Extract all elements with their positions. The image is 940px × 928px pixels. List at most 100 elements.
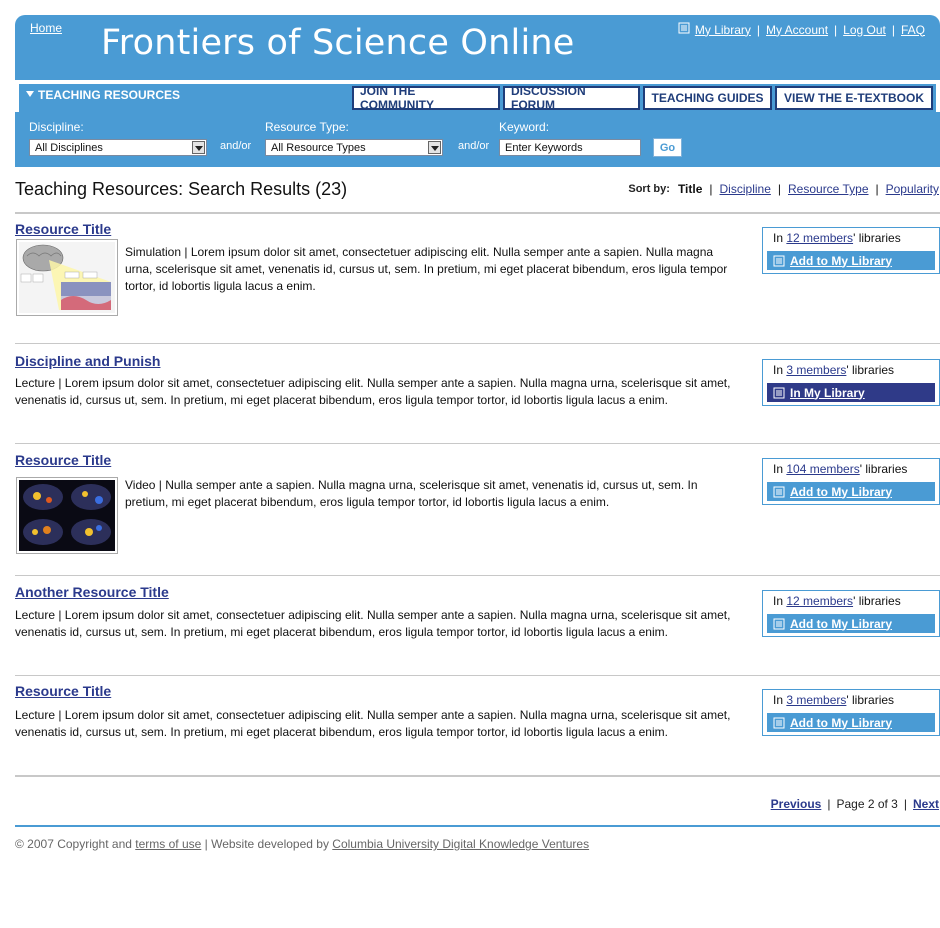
result-description: Video | Nulla semper ante a sapien. Null… [125,478,698,509]
library-book-icon [773,486,785,497]
keyword-label: Keyword: [499,120,550,134]
developer-link[interactable]: Columbia University Digital Knowledge Ve… [332,837,589,851]
andor-text: and/or [458,140,490,152]
andor-text: and/or [220,140,252,152]
sort-option-resource-type[interactable]: Resource Type [788,182,869,196]
library-count-suffix: ' libraries [859,462,908,476]
footer-divider [15,825,940,827]
nav-separator: | [756,22,760,37]
sort-separator: | [777,182,781,196]
result-title-link[interactable]: Resource Title [15,683,111,699]
result-description: Lecture | Lorem ipsum dolor sit amet, co… [15,376,731,407]
discipline-select-value: All Disciplines [35,142,103,154]
utility-nav: My Library | My Account | Log Out | FAQ [678,22,925,37]
members-link[interactable]: 104 members [786,462,859,476]
sort-option-popularity[interactable]: Popularity [886,182,939,196]
footer-copyright: © 2007 Copyright and terms of use | Webs… [15,837,589,851]
previous-page-link[interactable]: Previous [771,797,822,811]
sort-option-discipline[interactable]: Discipline [720,182,771,196]
developed-by-text: | Website developed by [204,837,329,851]
divider [15,212,940,214]
chevron-down-icon[interactable] [192,141,205,154]
sort-option-title[interactable]: Title [678,182,702,196]
in-my-library-button[interactable]: In My Library [767,383,935,402]
divider [15,775,940,777]
tab-teaching-resources[interactable]: TEACHING RESOURCES [19,84,189,111]
result-item: Discipline and Punish Lecture | Lorem ip… [15,353,940,423]
library-count-text: In 3 members' libraries [773,693,894,707]
home-link[interactable]: Home [30,21,62,35]
library-book-icon [678,22,690,37]
library-box: In 12 members' libraries Add to My Libra… [762,590,940,637]
pager-separator: | [827,797,831,811]
my-account-link[interactable]: My Account [766,23,828,37]
log-out-link[interactable]: Log Out [843,23,886,37]
library-box: In 104 members' libraries Add to My Libr… [762,458,940,505]
pagination: Previous | Page 2 of 3 | Next [771,797,939,811]
discipline-select[interactable]: All Disciplines [29,139,207,156]
my-library-link[interactable]: My Library [695,23,751,37]
result-description: Simulation | Lorem ipsum dolor sit amet,… [125,245,728,293]
result-title-link[interactable]: Resource Title [15,221,111,237]
result-item: Resource Title Simulation | Lorem ipsum … [15,221,940,331]
brain-scan-thumbnail[interactable] [16,477,118,554]
go-button[interactable]: Go [653,138,682,157]
in-my-library-link[interactable]: In My Library [790,386,865,400]
add-to-library-link[interactable]: Add to My Library [790,254,892,268]
library-book-icon [773,618,785,629]
brain-anatomy-thumbnail[interactable] [16,239,118,316]
triangle-down-icon [26,91,34,97]
divider [15,343,940,344]
library-count-suffix: ' libraries [846,693,895,707]
members-link[interactable]: 12 members [786,231,853,245]
members-link[interactable]: 3 members [786,363,846,377]
divider [15,443,940,444]
terms-of-use-link[interactable]: terms of use [135,837,201,851]
add-to-library-button[interactable]: Add to My Library [767,251,935,270]
result-title-link[interactable]: Another Resource Title [15,584,169,600]
discipline-label: Discipline: [29,120,84,134]
library-count-prefix: In [773,594,784,608]
members-link[interactable]: 3 members [786,693,846,707]
result-description: Lecture | Lorem ipsum dolor sit amet, co… [15,708,731,739]
next-page-link[interactable]: Next [913,797,939,811]
result-item: Resource Title Lecture | Lorem ipsum dol… [15,683,940,753]
nav-separator: | [891,22,895,37]
library-count-text: In 104 members' libraries [773,462,907,476]
faq-link[interactable]: FAQ [901,23,925,37]
library-count-prefix: In [773,363,784,377]
library-book-icon [773,717,785,728]
add-to-library-button[interactable]: Add to My Library [767,713,935,732]
result-title-link[interactable]: Resource Title [15,452,111,468]
add-to-library-button[interactable]: Add to My Library [767,614,935,633]
view-etextbook-button[interactable]: VIEW THE E-TEXTBOOK [775,86,933,110]
page-status: Page 2 of 3 [836,797,898,811]
sort-label: Sort by: [628,183,670,195]
result-title-link[interactable]: Discipline and Punish [15,353,160,369]
resource-type-select[interactable]: All Resource Types [265,139,443,156]
sort-bar: Sort by: Title | Discipline | Resource T… [628,182,939,196]
site-header: Home Frontiers of Science Online My Libr… [15,15,940,167]
add-to-library-link[interactable]: Add to My Library [790,485,892,499]
add-to-library-button[interactable]: Add to My Library [767,482,935,501]
sort-separator: | [709,182,713,196]
teaching-guides-button[interactable]: TEACHING GUIDES [643,86,772,110]
site-title: Frontiers of Science Online [101,23,575,63]
nav-separator: | [834,22,838,37]
library-count-prefix: In [773,462,784,476]
tab-label: TEACHING RESOURCES [38,88,181,102]
keyword-input[interactable] [499,139,641,156]
members-link[interactable]: 12 members [786,594,853,608]
sort-separator: | [875,182,879,196]
library-count-text: In 12 members' libraries [773,594,901,608]
library-count-prefix: In [773,231,784,245]
add-to-library-link[interactable]: Add to My Library [790,716,892,730]
join-community-button[interactable]: JOIN THE COMMUNITY [352,84,500,112]
add-to-library-link[interactable]: Add to My Library [790,617,892,631]
library-count-text: In 3 members' libraries [773,363,894,377]
library-count-text: In 12 members' libraries [773,231,901,245]
library-book-icon [773,387,785,398]
chevron-down-icon[interactable] [428,141,441,154]
discussion-forum-button[interactable]: DISCUSSION FORUM [503,84,640,112]
library-count-suffix: ' libraries [846,363,895,377]
